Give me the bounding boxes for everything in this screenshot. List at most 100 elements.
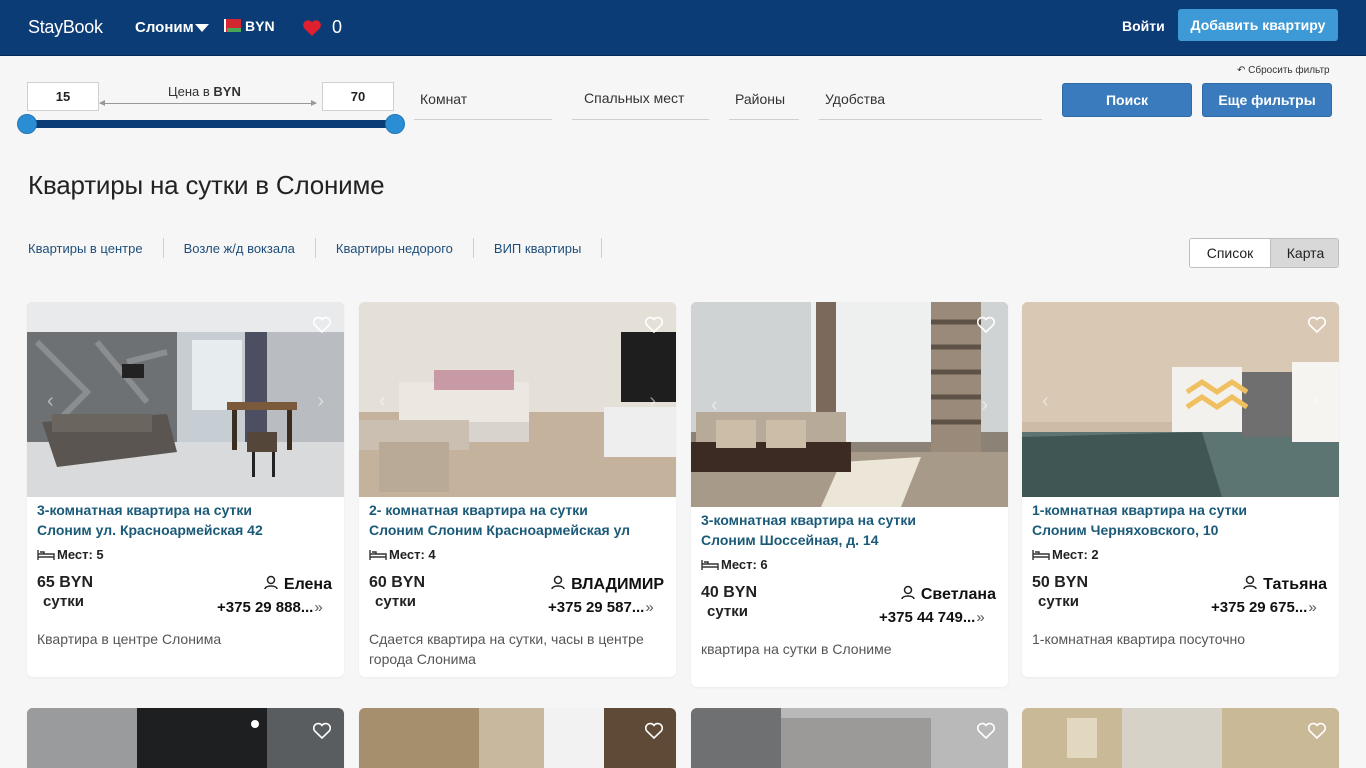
prev-photo-icon[interactable]: ‹ [47, 390, 54, 413]
listing-card[interactable]: ‹ › 2- комнатная квартира на сутки Слони… [359, 302, 676, 677]
rooms-filter[interactable]: Комнат [414, 84, 552, 120]
user-icon [901, 585, 915, 600]
beds-filter[interactable]: Спальных мест [572, 84, 709, 120]
price-slider-min-handle[interactable] [17, 114, 37, 134]
listing-title[interactable]: 3-комнатная квартира на сутки Слоним ул.… [37, 500, 337, 540]
prev-photo-icon[interactable]: ‹ [711, 394, 718, 417]
favorite-heart-icon[interactable] [644, 722, 664, 740]
currency-selector[interactable]: BYN [245, 18, 275, 34]
listing-title[interactable]: 2- комнатная квартира на сутки Слоним Сл… [369, 500, 669, 540]
listing-card[interactable] [359, 708, 676, 768]
chevron-down-icon[interactable] [195, 24, 209, 32]
listing-price: 50 BYN сутки [1032, 574, 1089, 610]
prev-photo-icon[interactable]: ‹ [379, 390, 386, 413]
listing-price: 60 BYN сутки [369, 574, 426, 610]
page-title: Квартиры на сутки в Слониме [28, 170, 385, 200]
listing-card[interactable] [1022, 708, 1339, 768]
listing-owner: Татьяна [1243, 575, 1327, 594]
login-link[interactable]: Войти [1122, 18, 1165, 34]
user-icon [264, 575, 278, 590]
price-range-arrow [99, 100, 317, 106]
listing-card[interactable] [691, 708, 1008, 768]
listing-title[interactable]: 1-комнатная квартира на сутки Слоним Чер… [1032, 500, 1332, 540]
quick-links: Квартиры в центре Возле ж/д вокзала Квар… [28, 238, 603, 258]
listing-phone[interactable]: +375 29 587...» [548, 599, 654, 616]
chevron-right-icon[interactable]: » [976, 609, 984, 626]
user-icon [551, 575, 565, 590]
listing-card[interactable]: ‹ › 3-комнатная квартира на сутки Слоним… [691, 302, 1008, 687]
top-navbar: StayBook Слоним BYN 0 Войти Добавить ква… [0, 0, 1366, 56]
bed-icon [701, 560, 719, 570]
favorites-heart-icon[interactable] [302, 19, 322, 37]
listing-photo[interactable] [691, 708, 1008, 768]
listing-phone[interactable]: +375 29 675...» [1211, 599, 1317, 616]
listing-title[interactable]: 3-комнатная квартира на сутки Слоним Шос… [701, 510, 1001, 550]
listing-photo[interactable] [27, 708, 344, 768]
listing-price: 40 BYN сутки [701, 584, 758, 620]
quick-link-vip[interactable]: ВИП квартиры [494, 238, 603, 258]
listing-places: Мест: 5 [37, 547, 104, 562]
listing-owner: Светлана [901, 585, 996, 604]
chevron-right-icon[interactable]: » [1308, 599, 1316, 616]
prev-photo-icon[interactable]: ‹ [1042, 390, 1049, 413]
add-apartment-button[interactable]: Добавить квартиру [1178, 9, 1338, 41]
price-max-input[interactable] [322, 82, 394, 111]
price-slider-track[interactable] [27, 120, 395, 128]
listing-description: квартира на сутки в Слониме [701, 641, 892, 657]
more-filters-button[interactable]: Еще фильтры [1202, 83, 1332, 117]
chevron-right-icon[interactable]: » [314, 599, 322, 616]
listing-card[interactable] [27, 708, 344, 768]
price-min-input[interactable] [27, 82, 99, 111]
quick-link-center[interactable]: Квартиры в центре [28, 238, 164, 258]
listing-photo[interactable] [359, 708, 676, 768]
reset-filter-link[interactable]: ↶ Сбросить фильтр [1237, 65, 1330, 76]
listing-phone[interactable]: +375 29 888...» [217, 599, 323, 616]
favorite-heart-icon[interactable] [1307, 316, 1327, 334]
favorite-heart-icon[interactable] [1307, 722, 1327, 740]
listing-card[interactable]: ‹ › 1-комнатная квартира на сутки Слоним… [1022, 302, 1339, 677]
quick-link-cheap[interactable]: Квартиры недорого [336, 238, 474, 258]
city-selector[interactable]: Слоним [135, 19, 194, 36]
listing-photo[interactable]: ‹ › [359, 302, 676, 497]
listing-description: 1-комнатная квартира посуточно [1032, 631, 1246, 647]
listing-description: Квартира в центре Слонима [37, 631, 222, 647]
bed-icon [1032, 550, 1050, 560]
list-view-button[interactable]: Список [1190, 239, 1270, 267]
listing-card[interactable]: ‹ › 3-комнатная квартира на сутки Слоним… [27, 302, 344, 677]
price-slider-max-handle[interactable] [385, 114, 405, 134]
listing-price: 65 BYN сутки [37, 574, 94, 610]
listing-photo[interactable] [1022, 708, 1339, 768]
quick-link-station[interactable]: Возле ж/д вокзала [184, 238, 316, 258]
listing-photo[interactable]: ‹ › [1022, 302, 1339, 497]
listing-owner: Елена [264, 575, 332, 594]
search-button[interactable]: Поиск [1062, 83, 1192, 117]
favorite-heart-icon[interactable] [644, 316, 664, 334]
favorites-count[interactable]: 0 [332, 17, 342, 38]
next-photo-icon[interactable]: › [317, 390, 324, 413]
listing-places: Мест: 2 [1032, 547, 1099, 562]
chevron-right-icon[interactable]: » [645, 599, 653, 616]
reset-icon: ↶ [1237, 65, 1246, 76]
next-photo-icon[interactable]: › [1312, 390, 1319, 413]
bed-icon [37, 550, 55, 560]
favorite-heart-icon[interactable] [976, 316, 996, 334]
favorite-heart-icon[interactable] [976, 722, 996, 740]
districts-filter[interactable]: Районы [729, 84, 799, 120]
listing-photo[interactable]: ‹ › [27, 302, 344, 497]
site-logo[interactable]: StayBook [28, 17, 103, 38]
view-toggle: Список Карта [1189, 238, 1339, 268]
listing-places: Мест: 6 [701, 557, 768, 572]
amenities-filter[interactable]: Удобства [819, 84, 1042, 120]
listing-photo[interactable]: ‹ › [691, 302, 1008, 507]
favorite-heart-icon[interactable] [312, 316, 332, 334]
price-label: Цена в BYN [168, 84, 241, 99]
map-view-button[interactable]: Карта [1270, 239, 1338, 267]
next-photo-icon[interactable]: › [981, 394, 988, 417]
listing-description: Сдается квартира на сутки, часы в центре… [369, 631, 644, 667]
belarus-flag-icon [224, 19, 241, 32]
listing-phone[interactable]: +375 44 749...» [879, 609, 985, 626]
user-icon [1243, 575, 1257, 590]
favorite-heart-icon[interactable] [312, 722, 332, 740]
next-photo-icon[interactable]: › [649, 390, 656, 413]
listing-places: Мест: 4 [369, 547, 436, 562]
